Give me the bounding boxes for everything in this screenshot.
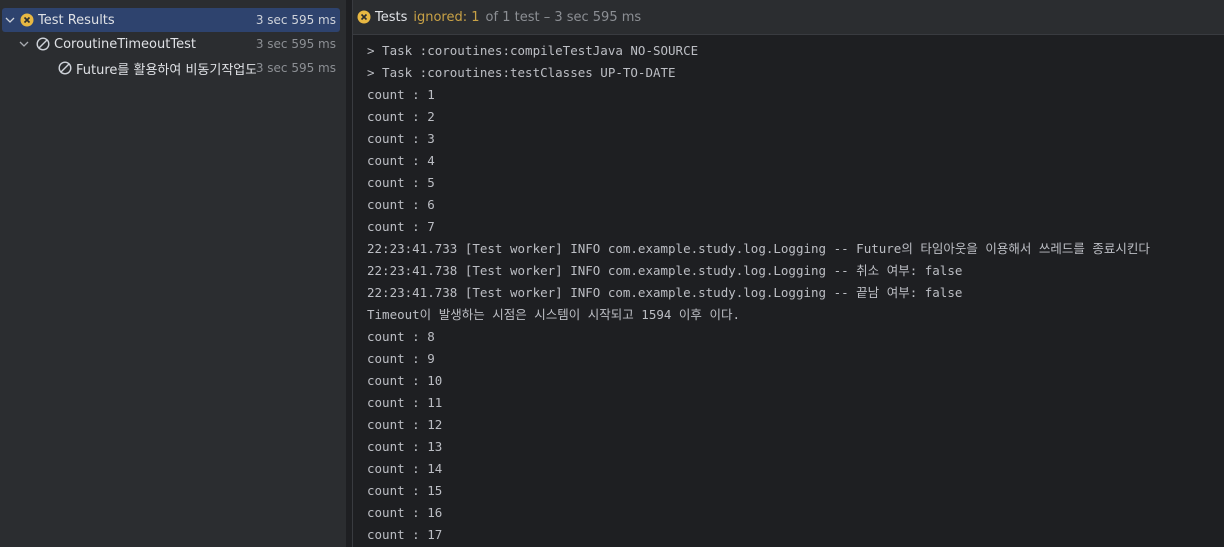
console-line: 22:23:41.738 [Test worker] INFO com.exam… <box>367 285 963 300</box>
tree-item-test-results[interactable]: Test Results 3 sec 595 ms <box>2 8 340 32</box>
test-results-tree: Test Results 3 sec 595 ms CoroutineTimeo… <box>0 0 347 547</box>
console-line: count : 7 <box>367 219 435 234</box>
console-line: 22:23:41.733 [Test worker] INFO com.exam… <box>367 241 1150 256</box>
chevron-down-icon[interactable] <box>18 38 30 50</box>
tree-item-coroutine-timeout-test[interactable]: CoroutineTimeoutTest 3 sec 595 ms <box>0 32 340 56</box>
console-line: count : 8 <box>367 329 435 344</box>
console-line: count : 1 <box>367 87 435 102</box>
chevron-down-icon[interactable] <box>4 14 16 26</box>
console-line: > Task :coroutines:compileTestJava NO-SO… <box>367 43 699 58</box>
console-line: 22:23:41.738 [Test worker] INFO com.exam… <box>367 263 963 278</box>
console-output[interactable]: > Task :coroutines:compileTestJava NO-SO… <box>367 40 1224 546</box>
tree-item-label: CoroutineTimeoutTest <box>54 36 196 52</box>
console-line: count : 10 <box>367 373 443 388</box>
console-line: count : 13 <box>367 439 443 454</box>
console-line: count : 5 <box>367 175 435 190</box>
console-line: count : 12 <box>367 417 443 432</box>
ignored-icon <box>58 61 72 75</box>
console-line: count : 3 <box>367 131 435 146</box>
console-line: > Task :coroutines:testClasses UP-TO-DAT… <box>367 65 676 80</box>
console-line: count : 14 <box>367 461 443 476</box>
tree-item-time: 3 sec 595 ms <box>255 13 336 27</box>
console-line: count : 4 <box>367 153 435 168</box>
console-line: count : 2 <box>367 109 435 124</box>
tree-item-label: Test Results <box>38 12 115 28</box>
console-line: count : 9 <box>367 351 435 366</box>
ignored-warning-icon <box>20 13 34 27</box>
tree-item-time: 3 sec 595 ms <box>255 61 336 75</box>
status-summary: of 1 test – 3 sec 595 ms <box>485 9 642 25</box>
console-line: count : 6 <box>367 197 435 212</box>
console-line: Timeout이 발생하는 시점은 시스템이 시작되고 1594 이후 이다. <box>367 307 740 322</box>
tree-item-future-test[interactable]: Future를 활용하여 비동기작업도 3 sec 595 ms <box>0 56 340 80</box>
console-line: count : 17 <box>367 527 443 542</box>
ignored-warning-icon <box>357 10 371 24</box>
status-ignored-count: ignored: 1 <box>413 9 480 25</box>
ignored-icon <box>36 37 50 51</box>
console-panel: Tests ignored: 1 of 1 test – 3 sec 595 m… <box>352 0 1224 547</box>
console-line: count : 15 <box>367 483 443 498</box>
status-title: Tests <box>375 9 408 25</box>
tree-item-label: Future를 활용하여 비동기작업도 <box>76 62 256 78</box>
console-line: count : 11 <box>367 395 443 410</box>
tree-item-time: 3 sec 595 ms <box>255 37 336 51</box>
test-status-bar: Tests ignored: 1 of 1 test – 3 sec 595 m… <box>353 0 1224 35</box>
console-line: count : 16 <box>367 505 443 520</box>
